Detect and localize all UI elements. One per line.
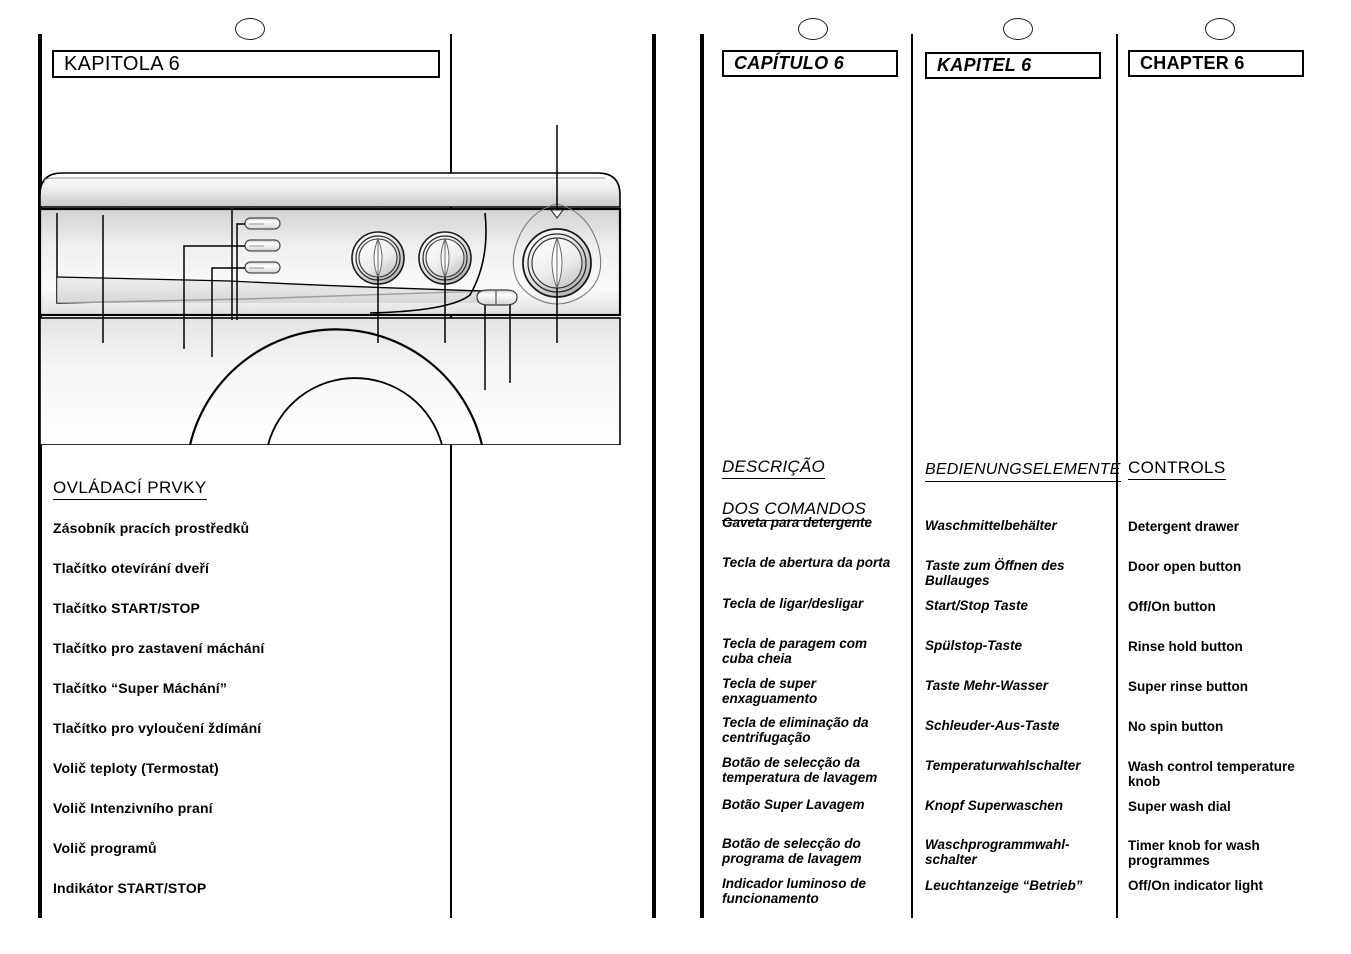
list-item: Indikátor START/STOP [53, 880, 207, 896]
list-item: Tecla de ligar/desligar [722, 596, 864, 611]
list-item: Wash control temperature knob [1128, 759, 1295, 789]
page-marker-ellipse-2 [798, 18, 828, 40]
chapter-title-german: KAPITEL 6 [937, 55, 1032, 75]
list-item: Taste zum Öffnen des Bullauges [925, 558, 1065, 588]
list-item: Botão Super Lavagem [722, 797, 865, 812]
list-item: Tecla de abertura da porta [722, 555, 891, 570]
temperature-knob [351, 231, 405, 285]
chapter-title-english: CHAPTER 6 [1140, 53, 1245, 73]
list-item: Tlačítko pro zastavení máchání [53, 640, 265, 656]
list-item: Leuchtanzeige “Betrieb” [925, 878, 1083, 893]
list-item: Gaveta para detergente [722, 515, 873, 530]
push-button-3 [244, 261, 281, 274]
page-marker-ellipse-1 [235, 18, 265, 40]
section-heading-portuguese-line1: DESCRIÇÃO [722, 457, 825, 479]
portuguese-column-divider [911, 34, 913, 918]
list-item: Tlačítko pro vyloučení ždímání [53, 720, 262, 736]
list-item: Waschprogrammwahl- schalter [925, 837, 1070, 867]
spread-gutter-right [700, 34, 704, 918]
section-heading-portuguese: DESCRIÇÃO DOS COMANDOS [722, 437, 867, 521]
super-wash-knob [418, 231, 472, 285]
section-heading-czech: OVLÁDACÍ PRVKY [53, 458, 207, 500]
list-item: Super rinse button [1128, 679, 1249, 694]
indicator-light [476, 289, 518, 306]
section-heading-czech-text: OVLÁDACÍ PRVKY [53, 478, 207, 500]
list-item: Schleuder-Aus-Taste [925, 718, 1060, 733]
list-item: Taste Mehr-Wasser [925, 678, 1049, 693]
chapter-title-portuguese: CAPÍTULO 6 [734, 53, 845, 73]
chapter-box-czech: KAPITOLA 6 [52, 50, 440, 78]
list-item: Tecla de eliminação da centrifugação [722, 715, 869, 745]
page-marker-ellipse-3 [1003, 18, 1033, 40]
list-item: Knopf Superwaschen [925, 798, 1064, 813]
list-item: Super wash dial [1128, 799, 1231, 814]
list-item: No spin button [1128, 719, 1224, 734]
list-item: Botão de selecção da temperatura de lava… [722, 755, 878, 785]
list-item: Tecla de super enxaguamento [722, 676, 818, 706]
page-marker-ellipse-4 [1205, 18, 1235, 40]
machine-top-lid [39, 172, 621, 208]
washing-machine-diagram [30, 125, 630, 446]
section-heading-german-text: BEDIENUNGSELEMENTE [925, 460, 1121, 482]
machine-body [39, 317, 621, 446]
list-item: Zásobník pracích prostředků [53, 520, 250, 536]
push-button-2 [244, 239, 281, 252]
section-heading-english: CONTROLS [1128, 438, 1226, 480]
list-item: Tlačítko “Super Máchání” [53, 680, 227, 696]
list-item: Door open button [1128, 559, 1242, 574]
list-item: Timer knob for wash programmes [1128, 838, 1260, 868]
list-item: Botão de selecção do programa de lavagem [722, 836, 862, 866]
section-heading-english-text: CONTROLS [1128, 458, 1226, 480]
chapter-box-portuguese: CAPÍTULO 6 [722, 50, 898, 77]
spread-gutter-left [652, 34, 656, 918]
list-item: Volič Intenzivního praní [53, 800, 213, 816]
list-item: Off/On indicator light [1128, 878, 1263, 893]
section-heading-german: BEDIENUNGSELEMENTE [925, 440, 1121, 482]
push-button-1 [244, 217, 281, 230]
list-item: Spülstop-Taste [925, 638, 1023, 653]
list-item: Detergent drawer [1128, 519, 1240, 534]
list-item: Tlačítko START/STOP [53, 600, 201, 616]
manual-page-spread: KAPITOLA 6 CAPÍTULO 6 KAPITEL 6 CHAPTER … [0, 0, 1351, 954]
list-item: Start/Stop Taste [925, 598, 1029, 613]
list-item: Indicador luminoso de funcionamento [722, 876, 867, 906]
list-item: Rinse hold button [1128, 639, 1243, 654]
list-item: Tlačítko otevírání dveří [53, 560, 210, 576]
list-item: Waschmittelbehälter [925, 518, 1057, 533]
list-item: Off/On button [1128, 599, 1216, 614]
chapter-title-czech: KAPITOLA 6 [64, 52, 181, 75]
list-item: Volič teploty (Termostat) [53, 760, 219, 776]
list-item: Temperaturwahlschalter [925, 758, 1081, 773]
list-item: Volič programů [53, 840, 157, 856]
chapter-box-german: KAPITEL 6 [925, 52, 1101, 79]
chapter-box-english: CHAPTER 6 [1128, 50, 1304, 77]
list-item: Tecla de paragem com cuba cheia [722, 636, 868, 666]
